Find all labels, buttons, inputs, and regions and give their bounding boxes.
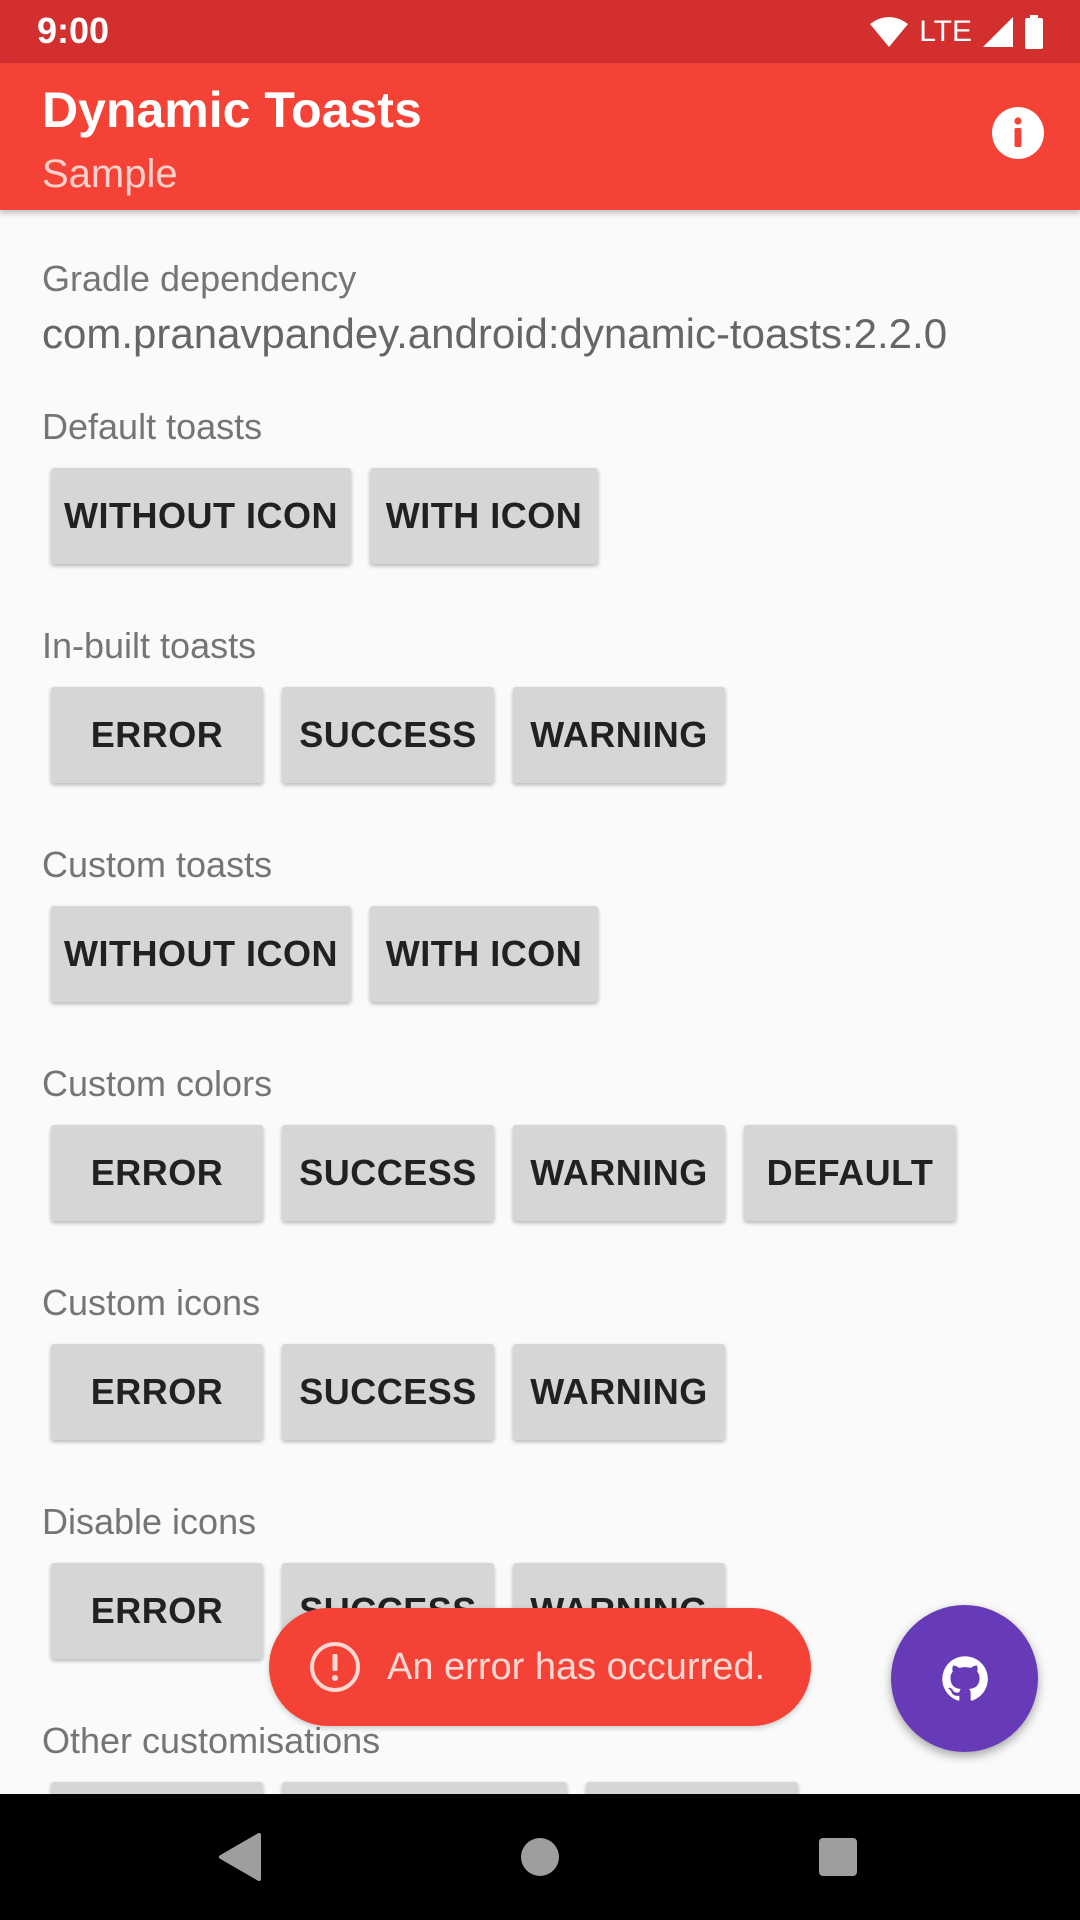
other-button-2[interactable] — [282, 1782, 567, 1794]
error-toast: An error has occurred. — [269, 1608, 811, 1726]
cell-signal-icon — [983, 17, 1013, 47]
back-icon — [219, 1833, 261, 1881]
other-button-3[interactable] — [586, 1782, 798, 1794]
back-button[interactable] — [209, 1827, 269, 1887]
disable-error-button[interactable]: ERROR — [51, 1563, 263, 1659]
section-disable-icons: Disable icons — [42, 1501, 257, 1542]
status-bar: 9:00 LTE — [0, 0, 1080, 63]
colors-success-button[interactable]: SUCCESS — [282, 1125, 494, 1221]
gradle-dependency-value: com.pranavpandey.android:dynamic-toasts:… — [42, 310, 948, 357]
status-icons: LTE — [869, 12, 1044, 52]
github-icon — [941, 1655, 988, 1701]
inbuilt-error-button[interactable]: ERROR — [51, 687, 263, 783]
section-other-customisations: Other customisations — [42, 1720, 381, 1761]
custom-with-icon-button[interactable]: WITH ICON — [370, 906, 598, 1002]
error-icon — [310, 1642, 360, 1692]
custom-toasts-buttons: WITHOUT ICON WITH ICON — [51, 906, 598, 1002]
icons-warning-button[interactable]: WARNING — [513, 1344, 725, 1440]
other-button-1[interactable] — [51, 1782, 263, 1794]
toast-message: An error has occurred. — [387, 1645, 766, 1688]
app-bar: Dynamic Toasts Sample — [0, 63, 1080, 210]
info-icon[interactable] — [992, 107, 1044, 159]
section-inbuilt-toasts: In-built toasts — [42, 625, 257, 666]
default-without-icon-button[interactable]: WITHOUT ICON — [51, 468, 351, 564]
inbuilt-toasts-buttons: ERROR SUCCESS WARNING — [51, 687, 725, 783]
other-customisations-buttons — [51, 1782, 798, 1794]
wifi-icon — [870, 17, 909, 47]
recents-icon — [819, 1838, 857, 1876]
gradle-dependency-label: Gradle dependency — [42, 258, 357, 299]
colors-default-button[interactable]: DEFAULT — [744, 1125, 956, 1221]
app-title: Dynamic Toasts — [42, 82, 422, 138]
default-toasts-buttons: WITHOUT ICON WITH ICON — [51, 468, 598, 564]
navigation-bar — [0, 1794, 1080, 1920]
battery-icon — [1025, 15, 1043, 49]
app-subtitle: Sample — [42, 152, 178, 196]
github-fab[interactable] — [891, 1605, 1038, 1752]
colors-warning-button[interactable]: WARNING — [513, 1125, 725, 1221]
default-with-icon-button[interactable]: WITH ICON — [370, 468, 598, 564]
inbuilt-success-button[interactable]: SUCCESS — [282, 687, 494, 783]
custom-icons-buttons: ERROR SUCCESS WARNING — [51, 1344, 725, 1440]
home-button[interactable] — [510, 1827, 570, 1887]
colors-error-button[interactable]: ERROR — [51, 1125, 263, 1221]
recents-button[interactable] — [808, 1827, 868, 1887]
custom-colors-buttons: ERROR SUCCESS WARNING DEFAULT — [51, 1125, 956, 1221]
section-custom-icons: Custom icons — [42, 1282, 261, 1323]
content-scroll[interactable]: Gradle dependency com.pranavpandey.andro… — [0, 210, 1080, 1794]
inbuilt-warning-button[interactable]: WARNING — [513, 687, 725, 783]
section-default-toasts: Default toasts — [42, 406, 263, 447]
icons-error-button[interactable]: ERROR — [51, 1344, 263, 1440]
section-custom-colors: Custom colors — [42, 1063, 273, 1104]
icons-success-button[interactable]: SUCCESS — [282, 1344, 494, 1440]
custom-without-icon-button[interactable]: WITHOUT ICON — [51, 906, 351, 1002]
status-time: 9:00 — [37, 10, 110, 51]
home-icon — [521, 1838, 559, 1876]
network-type-label: LTE — [919, 15, 972, 48]
section-custom-toasts: Custom toasts — [42, 844, 273, 885]
